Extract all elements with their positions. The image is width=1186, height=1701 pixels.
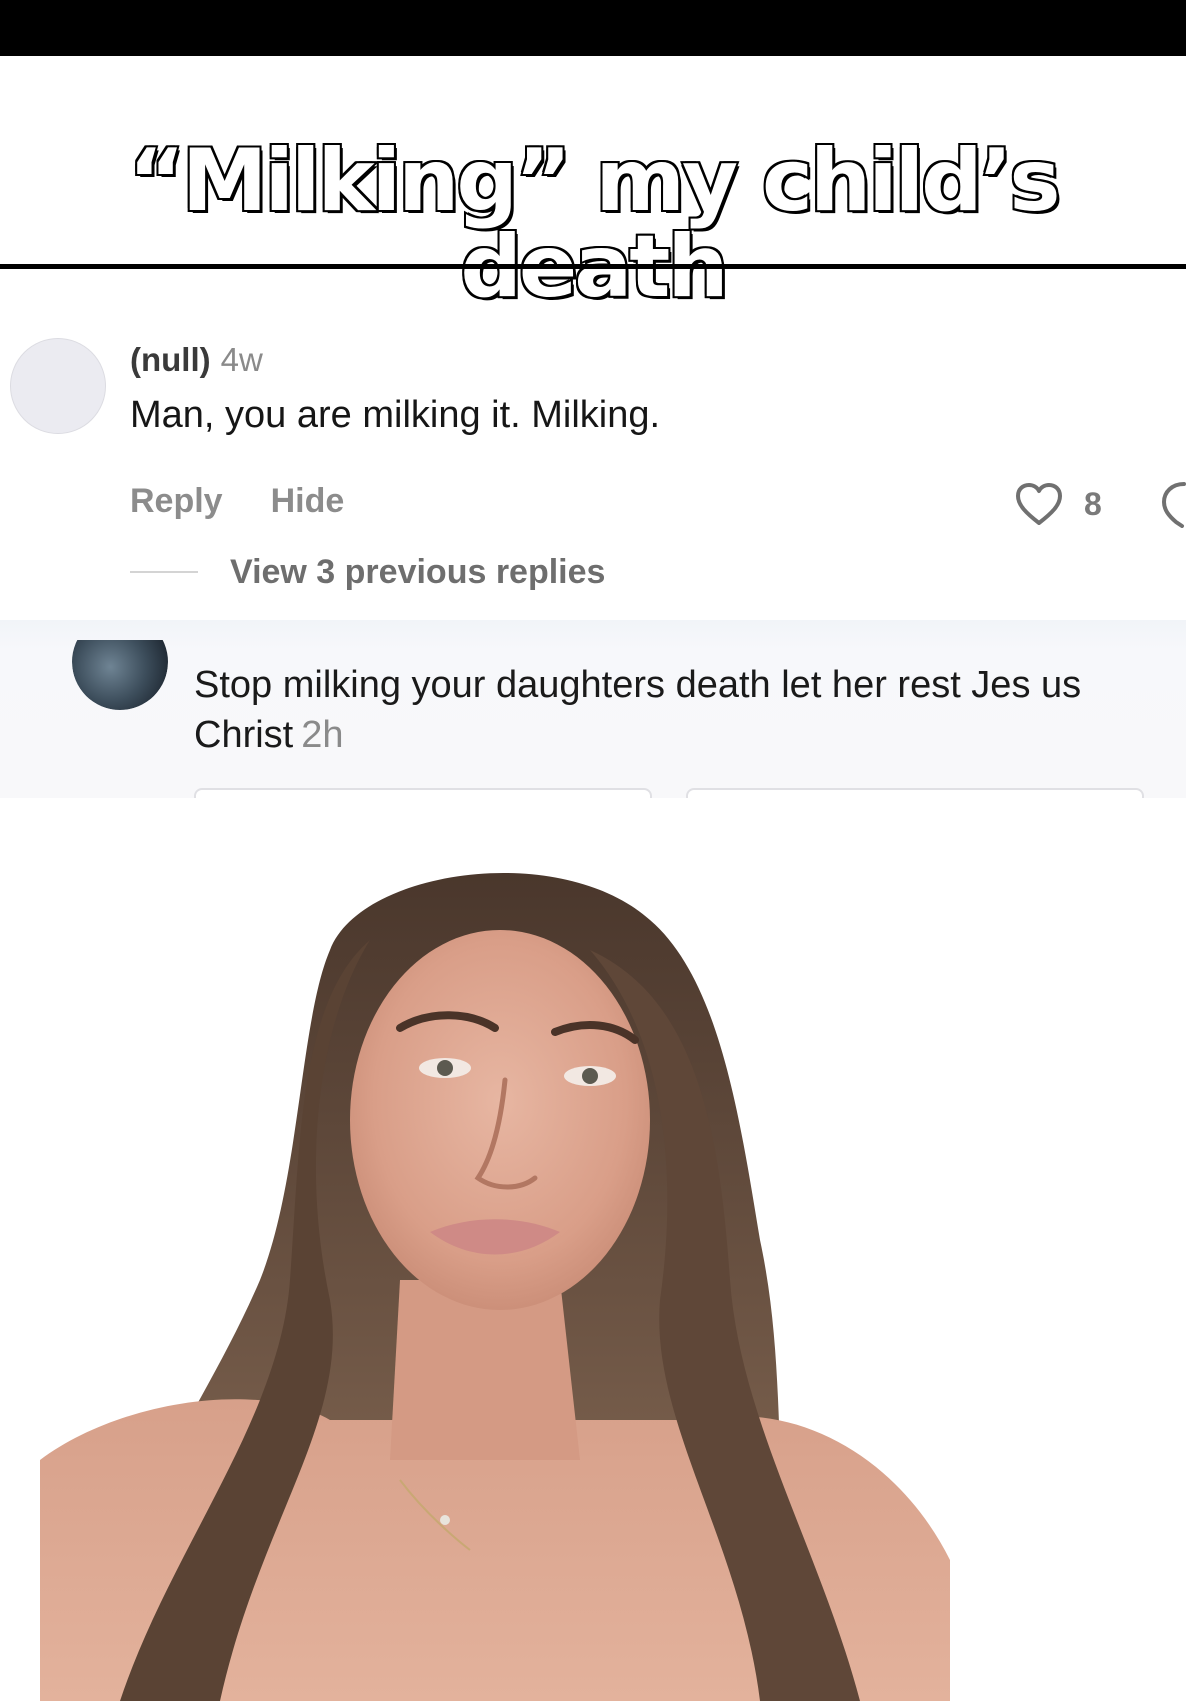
like-button[interactable]: 8 <box>1014 480 1102 528</box>
comment-time: 4w <box>220 341 263 378</box>
presenter-illustration <box>40 872 950 1701</box>
reply-avatar-image <box>72 640 168 710</box>
reply-action-button-right[interactable] <box>686 788 1144 798</box>
reply-action-button-left[interactable] <box>194 788 652 798</box>
hide-button[interactable]: Hide <box>271 482 345 521</box>
avatar[interactable] <box>10 338 106 434</box>
comment-text: Man, you are milking it. Milking. <box>130 394 661 436</box>
reply-text: Stop milking your daughters death let he… <box>194 660 1134 760</box>
reply-time: 2h <box>301 714 344 757</box>
presenter-video <box>0 860 1186 1701</box>
reply-button[interactable]: Reply <box>130 482 223 521</box>
comment-username[interactable]: (null) <box>130 341 211 378</box>
heart-outline-icon[interactable] <box>1014 481 1064 527</box>
like-count: 8 <box>1084 485 1102 522</box>
view-previous-replies[interactable]: View 3 previous replies <box>130 552 605 592</box>
dislike-icon[interactable] <box>1160 480 1186 528</box>
comment-header: (null) 4w <box>130 340 263 380</box>
replies-line <box>130 571 198 573</box>
view-replies-label[interactable]: View 3 previous replies <box>230 553 605 592</box>
top-black-bar <box>0 0 1186 56</box>
title-divider <box>0 264 1186 269</box>
comment-actions: Reply Hide <box>130 482 344 521</box>
reply-card: Stop milking your daughters death let he… <box>0 620 1186 798</box>
reply-avatar[interactable] <box>72 640 168 710</box>
overlay-title: “Milking” my child’s death <box>126 131 1062 317</box>
